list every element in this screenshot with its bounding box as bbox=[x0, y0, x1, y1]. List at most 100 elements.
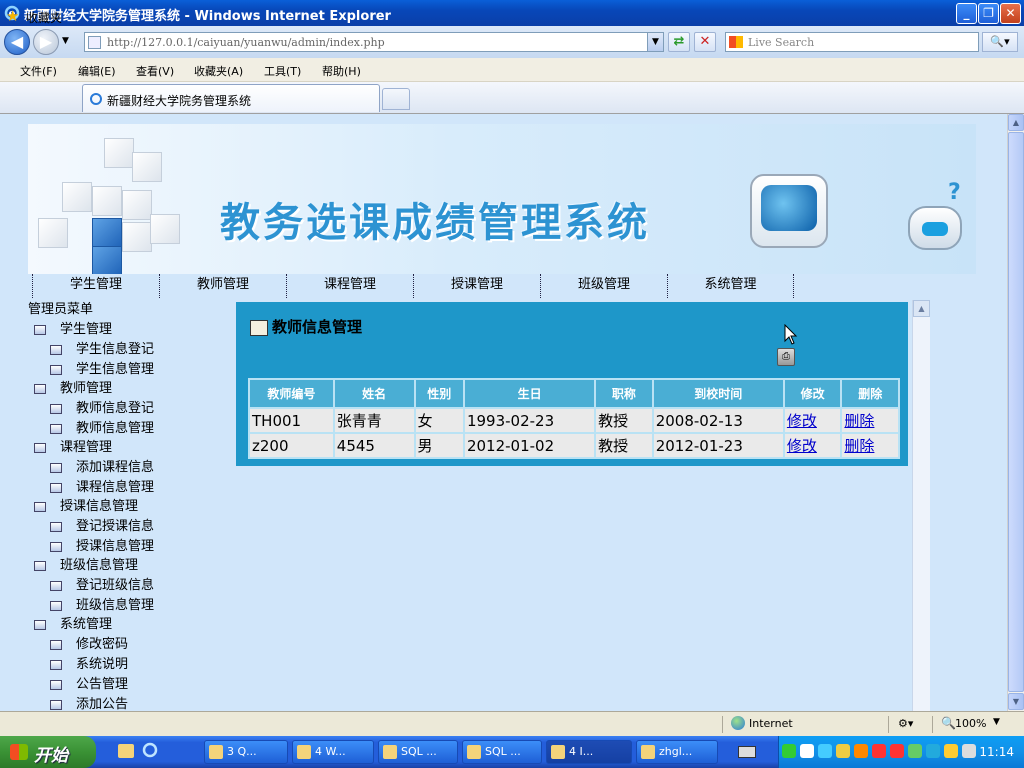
nav-class-management[interactable]: 班级管理 bbox=[540, 274, 667, 298]
menu-item-notice-add[interactable]: 添加公告 bbox=[50, 693, 128, 712]
show-desktop-folder-icon[interactable] bbox=[118, 744, 134, 758]
delete-link[interactable]: 删除 bbox=[844, 437, 874, 455]
tray-icon[interactable] bbox=[818, 744, 832, 758]
tray-icon[interactable] bbox=[926, 744, 940, 758]
taskbar-button-sql-1[interactable]: SQL ... bbox=[378, 740, 458, 764]
shield-icon[interactable] bbox=[944, 744, 958, 758]
menu-item-student-register[interactable]: 学生信息登记 bbox=[50, 338, 154, 357]
menu-item-class-manage[interactable]: 班级信息管理 bbox=[50, 594, 154, 613]
printer-icon[interactable]: ⎙ bbox=[777, 348, 795, 366]
scroll-up-icon[interactable]: ▲ bbox=[913, 300, 930, 317]
taskbar-button-ie[interactable]: 4 I... bbox=[546, 740, 632, 764]
menu-edit[interactable]: 编辑(E) bbox=[78, 63, 116, 79]
page-icon bbox=[50, 364, 62, 375]
edit-link[interactable]: 修改 bbox=[787, 437, 817, 455]
taskbar-button-word[interactable]: 4 W... bbox=[292, 740, 374, 764]
status-divider bbox=[722, 716, 723, 733]
quicklaunch-ie-icon[interactable] bbox=[142, 742, 158, 758]
live-search-icon bbox=[729, 36, 743, 48]
tv-mascot-icon bbox=[750, 174, 828, 248]
taskbar-button-sql-2[interactable]: SQL ... bbox=[462, 740, 542, 764]
tray-icon[interactable] bbox=[908, 744, 922, 758]
cell-edit: 修改 bbox=[782, 432, 843, 459]
zoom-icon: 🔍 bbox=[941, 716, 956, 730]
menu-group-teacher[interactable]: 教师管理 bbox=[34, 377, 112, 396]
back-button[interactable]: ◀ bbox=[4, 29, 30, 55]
address-bar[interactable]: http://127.0.0.1/caiyuan/yuanwu/admin/in… bbox=[84, 32, 664, 52]
cube-decoration bbox=[92, 218, 122, 248]
scroll-thumb[interactable] bbox=[1008, 132, 1024, 692]
menu-item-change-password[interactable]: 修改密码 bbox=[50, 633, 128, 652]
page-scrollbar[interactable]: ▲ ▼ bbox=[1007, 114, 1024, 711]
nav-teacher-management[interactable]: 教师管理 bbox=[159, 274, 286, 298]
search-button[interactable]: 🔍▾ bbox=[982, 32, 1018, 52]
tray-icon[interactable] bbox=[800, 744, 814, 758]
page-icon bbox=[50, 521, 62, 532]
taskbar-button-qq[interactable]: 3 Q... bbox=[204, 740, 288, 764]
browser-tab[interactable]: 新疆财经大学院务管理系统 bbox=[82, 84, 380, 112]
page-icon bbox=[50, 541, 62, 552]
favorites-label[interactable]: 收藏夹 bbox=[26, 9, 62, 26]
nav-system-management[interactable]: 系统管理 bbox=[667, 274, 794, 298]
zoom-dropdown-icon[interactable]: ▼ bbox=[993, 717, 1000, 727]
tray-icon[interactable] bbox=[854, 744, 868, 758]
delete-link[interactable]: 删除 bbox=[844, 412, 874, 430]
page-icon bbox=[50, 344, 62, 355]
page-icon bbox=[50, 580, 62, 591]
menu-group-teaching[interactable]: 授课信息管理 bbox=[34, 495, 138, 514]
menu-item-course-add[interactable]: 添加课程信息 bbox=[50, 456, 154, 475]
menu-item-notice-manage[interactable]: 公告管理 bbox=[50, 673, 128, 692]
menu-help[interactable]: 帮助(H) bbox=[322, 63, 361, 79]
history-dropdown-icon[interactable]: ▼ bbox=[62, 36, 69, 46]
menu-item-class-register[interactable]: 登记班级信息 bbox=[50, 574, 154, 593]
protected-mode-icon[interactable]: ⚙▾ bbox=[898, 717, 913, 730]
menu-item-course-manage[interactable]: 课程信息管理 bbox=[50, 476, 154, 495]
scroll-down-icon[interactable]: ▼ bbox=[1008, 693, 1024, 710]
menu-item-teaching-register[interactable]: 登记授课信息 bbox=[50, 515, 154, 534]
cube-decoration bbox=[38, 218, 68, 248]
search-box[interactable]: Live Search bbox=[725, 32, 979, 52]
new-tab-button[interactable] bbox=[382, 88, 410, 110]
favorites-star-icon[interactable]: ★ bbox=[6, 7, 19, 25]
app-icon bbox=[641, 745, 655, 759]
menu-item-teacher-manage[interactable]: 教师信息管理 bbox=[50, 417, 154, 436]
tray-icon[interactable] bbox=[782, 744, 796, 758]
menu-tools[interactable]: 工具(T) bbox=[264, 63, 301, 79]
start-button[interactable]: 开始 bbox=[0, 736, 96, 768]
nav-student-management[interactable]: 学生管理 bbox=[32, 274, 159, 298]
menu-favorites[interactable]: 收藏夹(A) bbox=[194, 63, 243, 79]
keyboard-icon[interactable] bbox=[738, 746, 756, 758]
window-title-bar[interactable]: e 新疆财经大学院务管理系统 - Windows Internet Explor… bbox=[0, 0, 1024, 26]
menu-item-system-info[interactable]: 系统说明 bbox=[50, 653, 128, 672]
menu-group-course[interactable]: 课程管理 bbox=[34, 436, 112, 455]
address-dropdown-icon[interactable]: ▼ bbox=[647, 33, 663, 51]
menu-item-teacher-register[interactable]: 教师信息登记 bbox=[50, 397, 154, 416]
edit-link[interactable]: 修改 bbox=[787, 412, 817, 430]
refresh-button[interactable]: ⇄ bbox=[668, 32, 690, 52]
forward-button[interactable]: ▶ bbox=[33, 29, 59, 55]
restore-button[interactable]: ❐ bbox=[978, 3, 999, 24]
minimize-button[interactable]: _ bbox=[956, 3, 977, 24]
globe-icon bbox=[731, 716, 745, 730]
scroll-up-icon[interactable]: ▲ bbox=[1008, 114, 1024, 131]
tray-icon[interactable] bbox=[962, 744, 976, 758]
menu-group-student[interactable]: 学生管理 bbox=[34, 318, 112, 337]
menu-item-student-manage[interactable]: 学生信息管理 bbox=[50, 358, 154, 377]
frame-scrollbar[interactable]: ▲ bbox=[912, 300, 930, 711]
menu-file[interactable]: 文件(F) bbox=[20, 63, 57, 79]
cell-teacher-id: TH001 bbox=[248, 407, 335, 434]
menu-view[interactable]: 查看(V) bbox=[136, 63, 174, 79]
tray-icon[interactable] bbox=[836, 744, 850, 758]
menu-group-class[interactable]: 班级信息管理 bbox=[34, 554, 138, 573]
stop-button[interactable]: ✕ bbox=[694, 32, 716, 52]
menu-group-system[interactable]: 系统管理 bbox=[34, 613, 112, 632]
nav-course-management[interactable]: 课程管理 bbox=[286, 274, 413, 298]
close-button[interactable]: ✕ bbox=[1000, 3, 1021, 24]
taskbar-button-zhgl[interactable]: zhgl... bbox=[636, 740, 718, 764]
col-birthday: 生日 bbox=[462, 378, 597, 409]
qq-tray-icon[interactable] bbox=[872, 744, 886, 758]
nav-teaching-management[interactable]: 授课管理 bbox=[413, 274, 540, 298]
qq-tray-icon[interactable] bbox=[890, 744, 904, 758]
menu-item-teaching-manage[interactable]: 授课信息管理 bbox=[50, 535, 154, 554]
zoom-level[interactable]: 100% bbox=[955, 717, 986, 730]
